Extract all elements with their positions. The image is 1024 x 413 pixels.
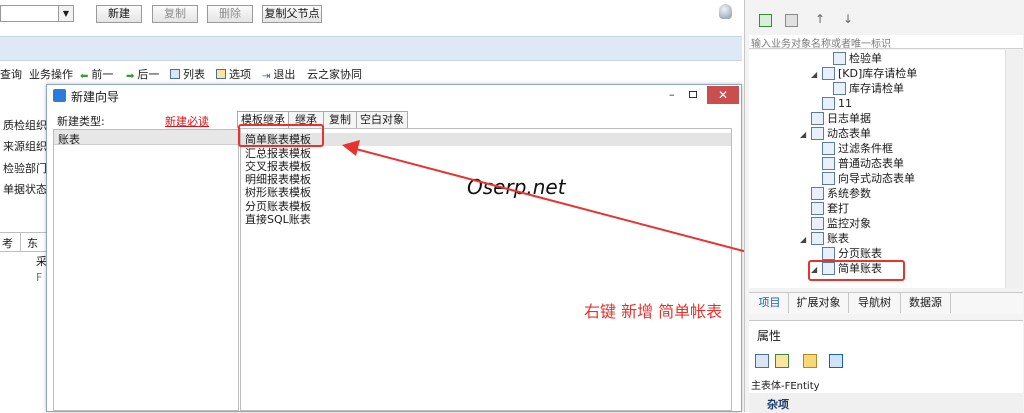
- tree-item[interactable]: 套打: [800, 201, 849, 217]
- search-placeholder: 输入业务对象名称或者唯一标识: [751, 39, 891, 50]
- form-icon: [822, 67, 835, 80]
- form-icon: [833, 52, 846, 65]
- tree-item-label: 过滤条件框: [838, 142, 893, 155]
- events-icon[interactable]: [803, 354, 817, 368]
- tree-item[interactable]: 日志单据: [800, 111, 871, 127]
- refresh-icon[interactable]: [759, 14, 772, 27]
- form-icon: [833, 82, 846, 95]
- paste-icon[interactable]: [785, 14, 798, 27]
- tree-item-label: 日志单据: [827, 112, 871, 125]
- tab-extension[interactable]: 扩展对象: [789, 293, 849, 313]
- search-input[interactable]: 输入业务对象名称或者唯一标识: [749, 35, 1023, 50]
- move-up-icon[interactable]: ↑: [815, 12, 825, 26]
- annotation-note: 右键 新增 简单帐表: [584, 302, 723, 321]
- form-icon: [811, 112, 824, 125]
- tree-item[interactable]: 向导式动态表单: [811, 171, 915, 187]
- highlight-box-tree: [808, 260, 905, 281]
- misc-label: 杂项: [767, 398, 789, 411]
- tree-item[interactable]: 库存请检单: [822, 81, 904, 97]
- tab-datasource[interactable]: 数据源: [901, 293, 951, 313]
- tree-item-label: 检验单: [849, 52, 882, 65]
- tree-item[interactable]: ◢ [KD]库存请检单: [811, 66, 917, 82]
- properties-panel: 属性 主表体-FEntity 杂项: [749, 320, 1023, 413]
- expand-arrow-icon[interactable]: ◢: [811, 67, 819, 83]
- form-icon: [811, 232, 824, 245]
- form-icon: [822, 247, 835, 260]
- form-icon: [822, 142, 835, 155]
- entity-label: 主表体-FEntity: [751, 381, 820, 392]
- tree-item-label: 11: [838, 97, 852, 110]
- tree-item-label: 账表: [827, 232, 849, 245]
- form-icon: [811, 127, 824, 140]
- form-icon: [822, 172, 835, 185]
- tree-item-label: 监控对象: [827, 217, 871, 230]
- tree-item[interactable]: ◢ 账表: [800, 231, 849, 247]
- form-icon: [811, 217, 824, 230]
- right-panel: ↑ ↓ 输入业务对象名称或者唯一标识 检验单 ◢ [KD]库存请检单 库存请检单 11 日…: [744, 0, 1024, 413]
- tree-item-label: 分页账表: [838, 247, 882, 260]
- tree-item-label: 普通动态表单: [838, 157, 904, 170]
- tree-scrollbar[interactable]: [1005, 50, 1023, 288]
- categorized-icon[interactable]: [755, 354, 769, 368]
- sort-icon[interactable]: [775, 354, 789, 368]
- tree-item-label: 库存请检单: [849, 82, 904, 95]
- form-icon: [811, 202, 824, 215]
- tree-item[interactable]: 普通动态表单: [811, 156, 904, 172]
- tree-item[interactable]: ◢ 动态表单: [800, 126, 871, 142]
- object-tree: 检验单 ◢ [KD]库存请检单 库存请检单 11 日志单据 ◢ 动态表单过滤条件框普通动态表单…: [749, 50, 1005, 288]
- form-icon: [811, 187, 824, 200]
- tree-item[interactable]: 11: [811, 96, 852, 112]
- tree-item[interactable]: 过滤条件框: [811, 141, 893, 157]
- tree-item[interactable]: 检验单: [822, 51, 882, 67]
- form-icon: [822, 157, 835, 170]
- expand-arrow-icon[interactable]: ◢: [800, 232, 808, 248]
- tree-item-label: 系统参数: [827, 187, 871, 200]
- property-pages-icon[interactable]: [829, 354, 843, 368]
- tree-item-label: 向导式动态表单: [838, 172, 915, 185]
- tree-item-label: [KD]库存请检单: [838, 67, 918, 80]
- tree-item[interactable]: 系统参数: [800, 186, 871, 202]
- tab-project[interactable]: 项目: [751, 293, 789, 313]
- properties-title: 属性: [757, 329, 782, 343]
- form-icon: [822, 97, 835, 110]
- expand-arrow-icon[interactable]: ◢: [800, 127, 808, 143]
- tab-nav-tree[interactable]: 导航树: [849, 293, 901, 313]
- move-down-icon[interactable]: ↓: [843, 12, 853, 26]
- misc-category: 杂项: [749, 393, 1023, 413]
- tree-item-label: 动态表单: [827, 127, 871, 140]
- tree-item[interactable]: 监控对象: [800, 216, 871, 232]
- tree-item-label: 套打: [827, 202, 849, 215]
